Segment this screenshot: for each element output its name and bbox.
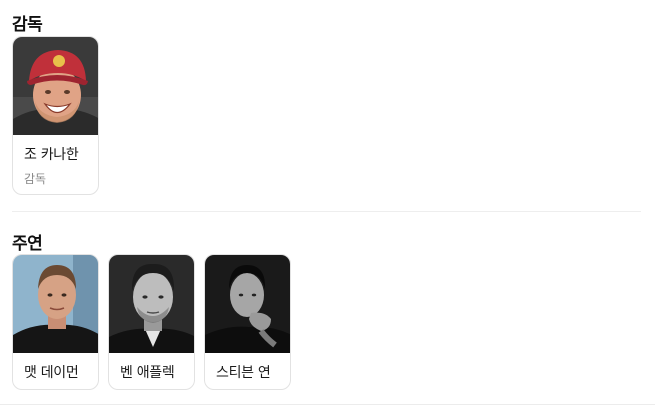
section-divider (12, 211, 641, 212)
person-role: 감독 (24, 172, 47, 186)
person-photo (109, 255, 194, 353)
person-photo (205, 255, 290, 353)
person-name: 스티븐 연 (216, 365, 271, 381)
person-card-cast[interactable]: 스티븐 연 (204, 254, 291, 390)
section-bottom-divider (0, 404, 655, 405)
cast-section-title: 주연 (12, 234, 43, 254)
person-card-cast[interactable]: 맷 데이먼 (12, 254, 99, 390)
person-photo (13, 37, 98, 135)
people-panel: 감독 조 카나한 감독 주연 맷 데이먼 벤 애플렉 스티븐 연 (0, 0, 655, 407)
person-card-cast[interactable]: 벤 애플렉 (108, 254, 195, 390)
director-section-title: 감독 (12, 15, 43, 35)
person-name: 조 카나한 (24, 147, 79, 163)
person-name: 맷 데이먼 (24, 365, 79, 381)
person-card-director[interactable]: 조 카나한 감독 (12, 36, 99, 195)
person-name: 벤 애플렉 (120, 365, 175, 381)
person-photo (13, 255, 98, 353)
